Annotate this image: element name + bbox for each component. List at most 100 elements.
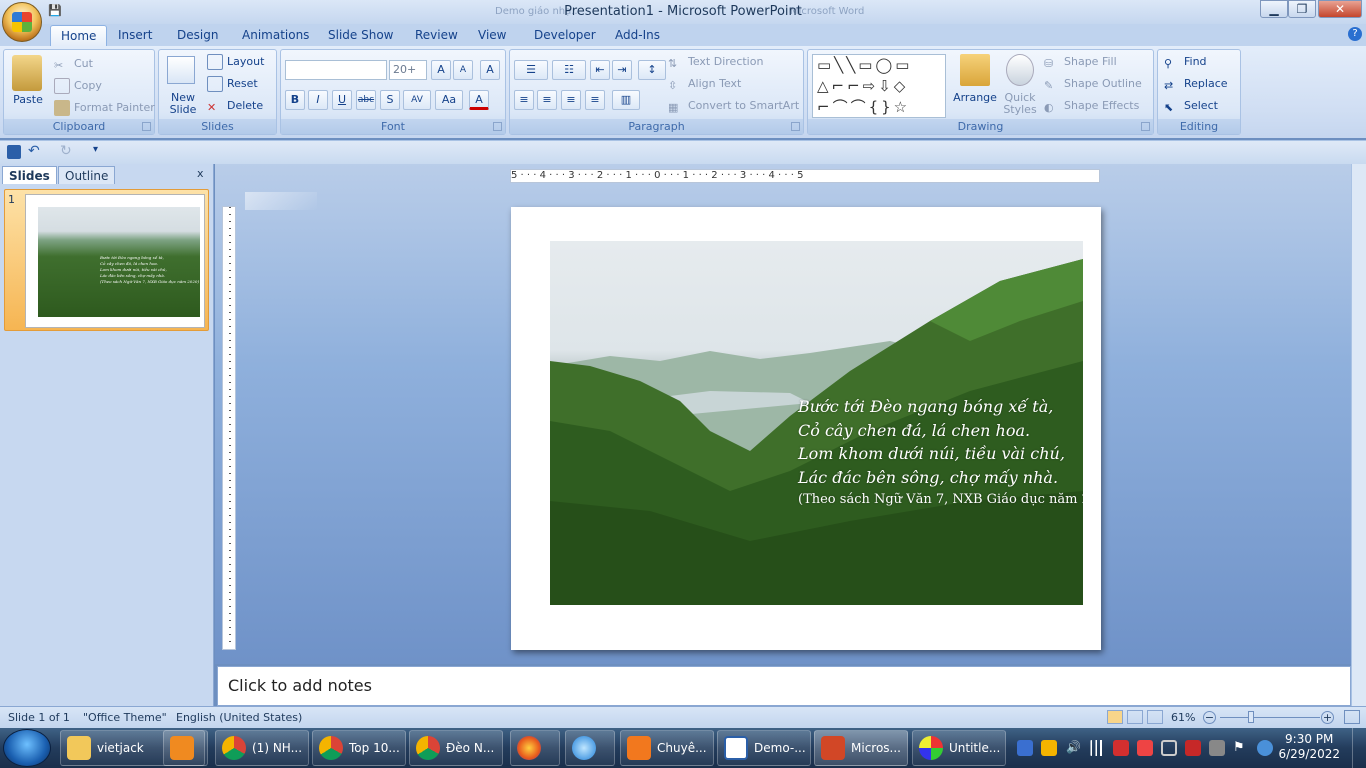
new-slide-button[interactable]: New Slide	[163, 92, 203, 116]
shape-effects-button[interactable]: ◐ Shape Effects	[1044, 96, 1139, 116]
justify-button[interactable]: ≡	[585, 90, 605, 110]
slide-show-icon[interactable]	[1147, 710, 1163, 724]
taskbar-item-firefox[interactable]	[510, 730, 560, 766]
poem-source[interactable]: (Theo sách Ngữ Văn 7, NXB Giáo dục năm 2…	[798, 492, 1083, 507]
cut-button[interactable]: ✂ Cut	[54, 54, 93, 74]
poem-line-3[interactable]: Lom khom dưới núi, tiều vài chú,	[798, 444, 1065, 463]
font-name-combo[interactable]	[285, 60, 387, 80]
vertical-ruler[interactable]	[222, 206, 236, 650]
sync-tray-icon[interactable]	[1257, 740, 1273, 756]
zoom-level[interactable]: 61%	[1171, 711, 1195, 724]
align-center-button[interactable]: ≡	[537, 90, 557, 110]
taskbar-item-chrome-3[interactable]: Đèo N...	[409, 730, 503, 766]
customize-qat-icon[interactable]: ▾	[93, 144, 98, 155]
clipboard-launcher-icon[interactable]	[142, 122, 151, 131]
paste-button[interactable]: Paste	[10, 94, 46, 106]
maximize-button[interactable]: ❐	[1288, 0, 1316, 18]
save-icon[interactable]	[7, 145, 21, 159]
vertical-scrollbar[interactable]	[1351, 164, 1366, 706]
slide-canvas[interactable]: Bước tới Đèo ngang bóng xế tà, Cỏ cây ch…	[511, 207, 1101, 650]
align-right-button[interactable]: ≡	[561, 90, 581, 110]
zoom-slider-thumb[interactable]	[1248, 711, 1254, 723]
tab-slide-show[interactable]: Slide Show	[318, 25, 403, 46]
fit-to-window-icon[interactable]	[1344, 710, 1360, 724]
zoom-out-icon[interactable]: −	[1203, 711, 1216, 724]
zoom-in-icon[interactable]: +	[1321, 711, 1334, 724]
start-button[interactable]	[3, 729, 51, 767]
tab-add-ins[interactable]: Add-Ins	[605, 25, 670, 46]
font-color-button[interactable]: A	[469, 90, 489, 110]
character-spacing-button[interactable]: AV	[403, 90, 431, 110]
undo-icon[interactable]: ↶	[28, 143, 40, 159]
app-tray-icon[interactable]	[1137, 740, 1153, 756]
poem-line-4[interactable]: Lác đác bên sông, chợ mấy nhà.	[798, 468, 1058, 487]
line-spacing-button[interactable]: ↕	[638, 60, 666, 80]
select-button[interactable]: ⬉ Select	[1164, 96, 1218, 116]
copy-button[interactable]: Copy	[54, 76, 102, 96]
shape-outline-button[interactable]: ✎ Shape Outline	[1044, 74, 1142, 94]
tab-animations[interactable]: Animations	[232, 25, 319, 46]
decrease-indent-button[interactable]: ⇤	[590, 60, 610, 80]
tab-view[interactable]: View	[468, 25, 516, 46]
notes-pane[interactable]: Click to add notes	[217, 666, 1351, 706]
qat-save-icon-top[interactable]: 💾	[48, 4, 62, 17]
tab-design[interactable]: Design	[167, 25, 228, 46]
increase-indent-button[interactable]: ⇥	[612, 60, 632, 80]
drive-tray-icon[interactable]	[1041, 740, 1057, 756]
taskbar-item-word[interactable]: Demo-...	[717, 730, 811, 766]
delete-button[interactable]: ✕ Delete	[207, 96, 263, 116]
tab-review[interactable]: Review	[405, 25, 468, 46]
normal-view-icon[interactable]	[1107, 710, 1123, 724]
tab-developer[interactable]: Developer	[524, 25, 606, 46]
shrink-font-button[interactable]: A	[453, 60, 473, 80]
change-case-button[interactable]: Aa	[435, 90, 463, 110]
grow-font-button[interactable]: A	[431, 60, 451, 80]
help-icon[interactable]: ?	[1348, 27, 1362, 41]
paragraph-launcher-icon[interactable]	[791, 122, 800, 131]
show-desktop-button[interactable]	[1352, 728, 1366, 768]
slide-thumbnail-selected[interactable]: 1 Bước tới Đèo ngang bóng xế tà, Cỏ cây …	[4, 189, 209, 331]
shapes-gallery[interactable]: ▭╲╲▭◯▭ △⌐⌐⇨⇩◇ ⌐⌒⌒{}☆	[812, 54, 946, 118]
landscape-photo[interactable]: Bước tới Đèo ngang bóng xế tà, Cỏ cây ch…	[550, 241, 1083, 605]
text-direction-button[interactable]: ⇅ Text Direction	[668, 52, 763, 72]
taskbar-item-chrome-2[interactable]: Top 10...	[312, 730, 406, 766]
arrange-button[interactable]: Arrange	[950, 92, 1000, 104]
strikethrough-button[interactable]: abc	[356, 90, 376, 110]
language-indicator[interactable]: English (United States)	[176, 711, 302, 724]
minimize-button[interactable]: ▁	[1260, 0, 1288, 18]
reset-button[interactable]: Reset	[207, 74, 258, 94]
horizontal-ruler[interactable]: 5 · · · 4 · · · 3 · · · 2 · · · 1 · · · …	[510, 169, 1100, 183]
device-tray-icon[interactable]	[1209, 740, 1225, 756]
quick-styles-button[interactable]: Quick Styles	[1000, 92, 1040, 116]
underline-button[interactable]: U	[332, 90, 352, 110]
taskbar-item-ie[interactable]	[565, 730, 615, 766]
shadow-button[interactable]: S	[380, 90, 400, 110]
taskbar-item-paint[interactable]: Untitle...	[912, 730, 1006, 766]
layout-button[interactable]: Layout	[207, 52, 264, 72]
redo-icon[interactable]: ↻	[60, 143, 72, 159]
align-left-button[interactable]: ≡	[514, 90, 534, 110]
zoom-slider[interactable]	[1220, 717, 1320, 718]
drawing-launcher-icon[interactable]	[1141, 122, 1150, 131]
taskbar-item-chrome-1[interactable]: (1) NH...	[215, 730, 309, 766]
replace-button[interactable]: ⇄ Replace	[1164, 74, 1228, 94]
network-icon[interactable]	[1089, 740, 1105, 756]
tab-home[interactable]: Home	[50, 25, 108, 46]
convert-smartart-button[interactable]: ▦ Convert to SmartArt	[668, 96, 799, 116]
align-text-button[interactable]: ⇳ Align Text	[668, 74, 741, 94]
numbering-button[interactable]: ☷	[552, 60, 586, 80]
poem-line-2[interactable]: Cỏ cây chen đá, lá chen hoa.	[798, 421, 1030, 440]
clock[interactable]: 9:30 PM 6/29/2022	[1278, 732, 1340, 762]
office-button[interactable]	[2, 2, 42, 42]
close-pane-icon[interactable]: x	[197, 167, 204, 180]
columns-button[interactable]: ▥	[612, 90, 640, 110]
volume-icon[interactable]: 🔊	[1066, 740, 1082, 756]
usb-tray-icon[interactable]	[1161, 740, 1177, 756]
taskbar-item-powerpoint[interactable]: Micros...	[814, 730, 908, 766]
flag-icon[interactable]: ⚑	[1233, 740, 1249, 756]
font-launcher-icon[interactable]	[493, 122, 502, 131]
tab-insert[interactable]: Insert	[108, 25, 162, 46]
close-button[interactable]: ✕	[1318, 0, 1362, 18]
antivirus-tray-icon[interactable]	[1185, 740, 1201, 756]
tab-slides[interactable]: Slides	[2, 166, 57, 184]
